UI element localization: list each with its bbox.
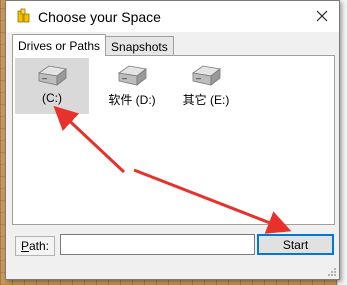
tab-drives-or-paths[interactable]: Drives or Paths	[12, 34, 107, 56]
title-bar[interactable]: Choose your Space	[6, 1, 339, 32]
drive-item-e[interactable]: 其它 (E:)	[169, 58, 243, 114]
path-input[interactable]	[60, 234, 255, 255]
window-title: Choose your Space	[38, 9, 161, 25]
tab-label: Drives or Paths	[18, 38, 101, 53]
path-label-mnemonic: P	[20, 239, 29, 253]
path-label: Path:	[15, 236, 55, 256]
drive-icon	[117, 65, 147, 86]
drives-panel: (C:) 软件 (D:) 其它 (E:)	[12, 55, 335, 225]
tab-snapshots[interactable]: Snapshots	[105, 36, 174, 56]
start-button[interactable]: Start	[257, 234, 334, 255]
drive-icon	[191, 65, 221, 86]
drive-item-d[interactable]: 软件 (D:)	[95, 58, 169, 114]
tab-label: Snapshots	[111, 39, 168, 54]
drive-item-c[interactable]: (C:)	[15, 58, 89, 114]
drive-label: 其它 (E:)	[182, 93, 230, 107]
close-icon	[316, 10, 328, 22]
tab-strip: Drives or Paths Snapshots	[12, 34, 174, 56]
drive-label: 软件 (D:)	[108, 93, 156, 107]
drive-label: (C:)	[42, 91, 62, 105]
start-button-label: Start	[282, 237, 309, 252]
close-button[interactable]	[311, 5, 333, 27]
resize-grip-icon[interactable]	[327, 267, 337, 277]
choose-space-dialog: Choose your Space Drives or Paths Snapsh…	[5, 0, 340, 280]
path-label-rest: ath:	[29, 239, 50, 253]
app-icon	[17, 8, 30, 23]
drive-icon	[37, 65, 67, 86]
